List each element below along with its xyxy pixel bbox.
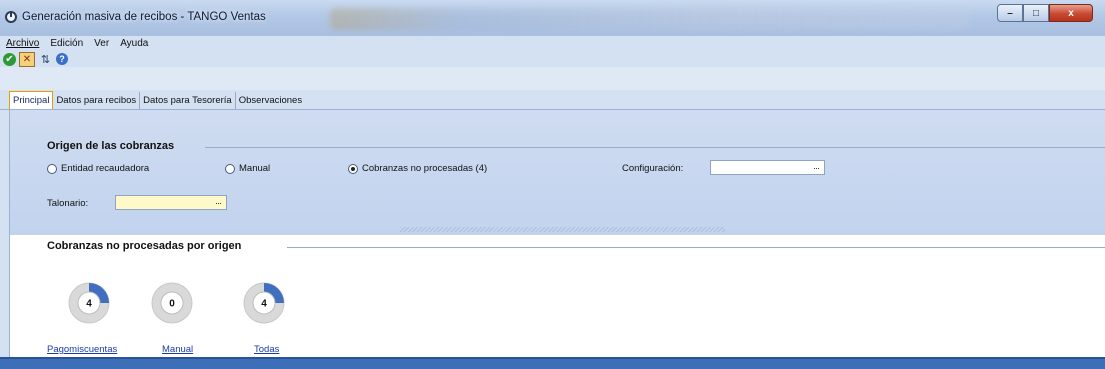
left-margin xyxy=(0,110,9,357)
link-pagomiscuentas[interactable]: Pagomiscuentas xyxy=(47,344,117,355)
tab-datos-tesoreria[interactable]: Datos para Tesorería xyxy=(140,92,236,109)
radio-label: Manual xyxy=(239,163,271,174)
radio-manual[interactable]: Manual xyxy=(225,163,270,174)
menu-archivo[interactable]: Archivo xyxy=(6,38,39,49)
menu-bar: Archivo Edición Ver Ayuda xyxy=(0,36,1105,51)
radio-label: Cobranzas no procesadas (4) xyxy=(362,163,488,174)
status-bar xyxy=(0,357,1105,369)
radio-button-selected[interactable] xyxy=(348,163,358,174)
origin-panel xyxy=(9,110,1105,235)
link-todas[interactable]: Todas xyxy=(254,344,279,355)
donut-chart: 4 xyxy=(68,282,110,324)
configuracion-label: Configuración: xyxy=(622,163,684,174)
donut-value: 4 xyxy=(261,299,267,310)
tab-observaciones[interactable]: Observaciones xyxy=(236,92,305,109)
configuracion-field[interactable]: ··· xyxy=(710,160,825,175)
tab-principal[interactable]: Principal xyxy=(9,91,54,109)
ellipsis-button[interactable]: ··· xyxy=(813,163,820,173)
donut-value: 0 xyxy=(169,299,175,310)
help-icon[interactable]: ? xyxy=(56,53,68,65)
maximize-button[interactable]: □ xyxy=(1023,4,1049,22)
menu-edicion[interactable]: Edición xyxy=(50,38,83,49)
window-controls: – □ x xyxy=(997,4,1093,22)
minimize-button[interactable]: – xyxy=(997,4,1023,22)
pending-section-title: Cobranzas no procesadas por origen xyxy=(47,240,242,252)
donut-chart: 4 xyxy=(243,282,285,324)
link-manual[interactable]: Manual xyxy=(162,344,193,355)
donut-pagomiscuentas[interactable]: 4 xyxy=(67,281,111,325)
refresh-icon[interactable]: ⇅ xyxy=(38,52,53,67)
origin-section-divider xyxy=(205,147,1105,148)
menu-ayuda[interactable]: Ayuda xyxy=(120,38,148,49)
donut-todas[interactable]: 4 xyxy=(242,281,286,325)
talonario-label: Talonario: xyxy=(47,198,89,209)
radio-button[interactable] xyxy=(47,163,57,174)
taskbar-blur xyxy=(330,8,970,30)
cancel-icon[interactable]: ✕ xyxy=(19,51,35,67)
donut-value: 4 xyxy=(86,299,92,310)
window-title: Generación masiva de recibos - TANGO Ven… xyxy=(22,11,266,23)
radio-cobranzas-no-procesadas[interactable]: Cobranzas no procesadas (4) xyxy=(348,163,487,174)
radio-label: Entidad recaudadora xyxy=(61,163,150,174)
title-bar: Generación masiva de recibos - TANGO Ven… xyxy=(0,0,1105,37)
menu-ver[interactable]: Ver xyxy=(94,38,109,49)
pending-section-divider xyxy=(287,247,1105,248)
toolbar: ✔ ✕ ⇅ ? xyxy=(0,51,1105,67)
radio-button[interactable] xyxy=(225,163,235,174)
ellipsis-button[interactable]: ··· xyxy=(215,198,222,208)
splitter-grip[interactable] xyxy=(400,227,725,232)
close-button[interactable]: x xyxy=(1049,4,1093,22)
origin-section-title: Origen de las cobranzas xyxy=(47,140,175,152)
ok-check-icon[interactable]: ✔ xyxy=(3,52,16,66)
donut-manual[interactable]: 0 xyxy=(150,281,194,325)
app-power-icon xyxy=(5,11,17,23)
donut-chart: 0 xyxy=(151,282,193,324)
tab-datos-recibos[interactable]: Datos para recibos xyxy=(53,92,141,109)
tab-bar: Principal Datos para recibos Datos para … xyxy=(0,90,1105,110)
talonario-field[interactable]: ··· xyxy=(115,195,227,210)
radio-entidad-recaudadora[interactable]: Entidad recaudadora xyxy=(47,163,149,174)
